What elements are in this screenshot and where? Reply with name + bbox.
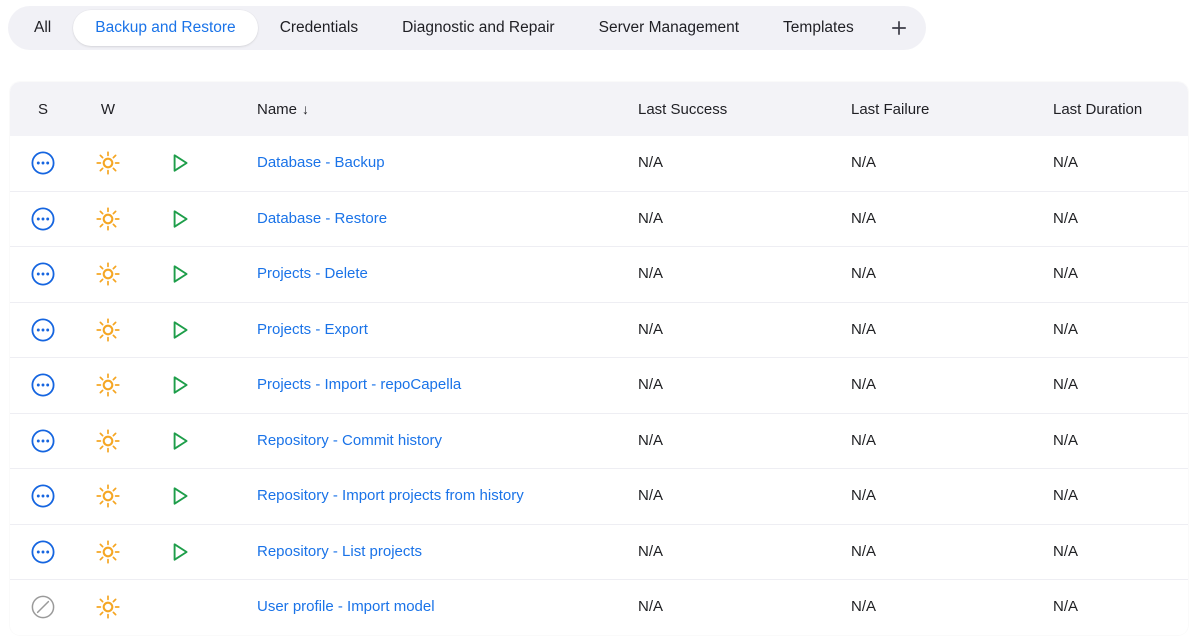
tab-templates[interactable]: Templates (761, 10, 876, 46)
info-circle-icon[interactable] (30, 206, 56, 232)
last-duration-value: N/A (1053, 432, 1078, 449)
last-success-value: N/A (638, 543, 663, 560)
tab-all[interactable]: All (12, 10, 73, 46)
last-failure-value: N/A (851, 210, 876, 227)
last-failure-value: N/A (851, 265, 876, 282)
column-header-weather[interactable]: W (76, 101, 140, 118)
table-body: Database - BackupN/AN/AN/ADatabase - Res… (10, 136, 1188, 635)
tab-label: Credentials (280, 19, 358, 37)
sort-descending-icon: ↓ (302, 101, 309, 117)
last-success-value: N/A (638, 376, 663, 393)
last-success-value: N/A (638, 598, 663, 615)
tab-backup-and-restore[interactable]: Backup and Restore (73, 10, 257, 46)
sun-icon (95, 594, 121, 620)
info-circle-icon[interactable] (30, 428, 56, 454)
last-success-value: N/A (638, 265, 663, 282)
tab-label: Backup and Restore (95, 19, 235, 37)
job-name-link[interactable]: Database - Restore (257, 210, 387, 227)
info-circle-icon[interactable] (30, 372, 56, 398)
jobs-table: S W Name ↓ Last Success Last Failure Last… (10, 82, 1188, 635)
column-header-status[interactable]: S (10, 101, 76, 118)
table-row: Projects - Delete N/A N/A N/A (10, 246, 1188, 302)
job-name-link[interactable]: User profile - Import model (257, 598, 435, 615)
play-icon[interactable] (168, 207, 192, 231)
column-header-name[interactable]: Name ↓ (257, 101, 638, 118)
job-name-link[interactable]: Projects - Export (257, 321, 368, 338)
last-failure-value: N/A (851, 321, 876, 338)
last-duration-value: N/A (1053, 154, 1078, 171)
sun-icon (95, 150, 121, 176)
sun-icon (95, 372, 121, 398)
job-name-link[interactable]: Projects - Delete (257, 265, 368, 282)
sun-icon (95, 539, 121, 565)
last-duration-value: N/A (1053, 543, 1078, 560)
table-row: Database - Backup N/A N/A N/A (10, 136, 1188, 191)
last-duration-value: N/A (1053, 598, 1078, 615)
table-row: Repository - List projects N/A N/A N/A (10, 524, 1188, 580)
disabled-circle-icon[interactable] (30, 594, 56, 620)
tab-diagnostic-and-repair[interactable]: Diagnostic and Repair (380, 10, 577, 46)
tab-label: All (34, 19, 51, 37)
table-row: Database - Restore N/A N/A N/A (10, 191, 1188, 247)
last-duration-value: N/A (1053, 487, 1078, 504)
last-duration-value: N/A (1053, 321, 1078, 338)
tab-label: Server Management (599, 19, 739, 37)
last-failure-value: N/A (851, 543, 876, 560)
tab-label: Diagnostic and Repair (402, 19, 555, 37)
last-success-value: N/A (638, 210, 663, 227)
column-header-name-label: Name (257, 101, 297, 118)
last-failure-value: N/A (851, 154, 876, 171)
table-row: Repository - Import projects from histor… (10, 468, 1188, 524)
play-icon[interactable] (168, 484, 192, 508)
table-row: User profile - Import model N/A N/A N/A (10, 579, 1188, 635)
table-row: Projects - Import - repoCapella N/A N/A N/A (10, 357, 1188, 413)
tab-server-management[interactable]: Server Management (577, 10, 761, 46)
sun-icon (95, 261, 121, 287)
column-header-last-failure[interactable]: Last Failure (851, 101, 1053, 118)
info-circle-icon[interactable] (30, 261, 56, 287)
play-icon[interactable] (168, 318, 192, 342)
add-tab-button[interactable] (876, 10, 922, 46)
job-name-link[interactable]: Database - Backup (257, 154, 385, 171)
info-circle-icon[interactable] (30, 317, 56, 343)
info-circle-icon[interactable] (30, 150, 56, 176)
last-success-value: N/A (638, 432, 663, 449)
play-icon[interactable] (168, 540, 192, 564)
tab-label: Templates (783, 19, 854, 37)
play-icon[interactable] (168, 373, 192, 397)
job-name-link[interactable]: Projects - Import - repoCapella (257, 376, 461, 393)
play-icon[interactable] (168, 151, 192, 175)
last-success-value: N/A (638, 487, 663, 504)
column-header-last-duration[interactable]: Last Duration (1053, 101, 1188, 118)
sun-icon (95, 206, 121, 232)
job-name-link[interactable]: Repository - Import projects from histor… (257, 487, 524, 504)
play-icon[interactable] (168, 262, 192, 286)
tab-credentials[interactable]: Credentials (258, 10, 380, 46)
info-circle-icon[interactable] (30, 539, 56, 565)
tab-bar: All Backup and Restore Credentials Diagn… (8, 6, 926, 50)
table-header-row: S W Name ↓ Last Success Last Failure Last… (10, 82, 1188, 136)
last-duration-value: N/A (1053, 265, 1078, 282)
sun-icon (95, 483, 121, 509)
last-failure-value: N/A (851, 376, 876, 393)
sun-icon (95, 428, 121, 454)
table-row: Repository - Commit history N/A N/A N/A (10, 413, 1188, 469)
last-duration-value: N/A (1053, 210, 1078, 227)
last-success-value: N/A (638, 154, 663, 171)
job-name-link[interactable]: Repository - Commit history (257, 432, 442, 449)
plus-icon (889, 18, 909, 38)
last-success-value: N/A (638, 321, 663, 338)
sun-icon (95, 317, 121, 343)
last-failure-value: N/A (851, 487, 876, 504)
last-failure-value: N/A (851, 598, 876, 615)
last-duration-value: N/A (1053, 376, 1078, 393)
play-icon[interactable] (168, 429, 192, 453)
last-failure-value: N/A (851, 432, 876, 449)
column-header-last-success[interactable]: Last Success (638, 101, 851, 118)
info-circle-icon[interactable] (30, 483, 56, 509)
table-row: Projects - Export N/A N/A N/A (10, 302, 1188, 358)
job-name-link[interactable]: Repository - List projects (257, 543, 422, 560)
